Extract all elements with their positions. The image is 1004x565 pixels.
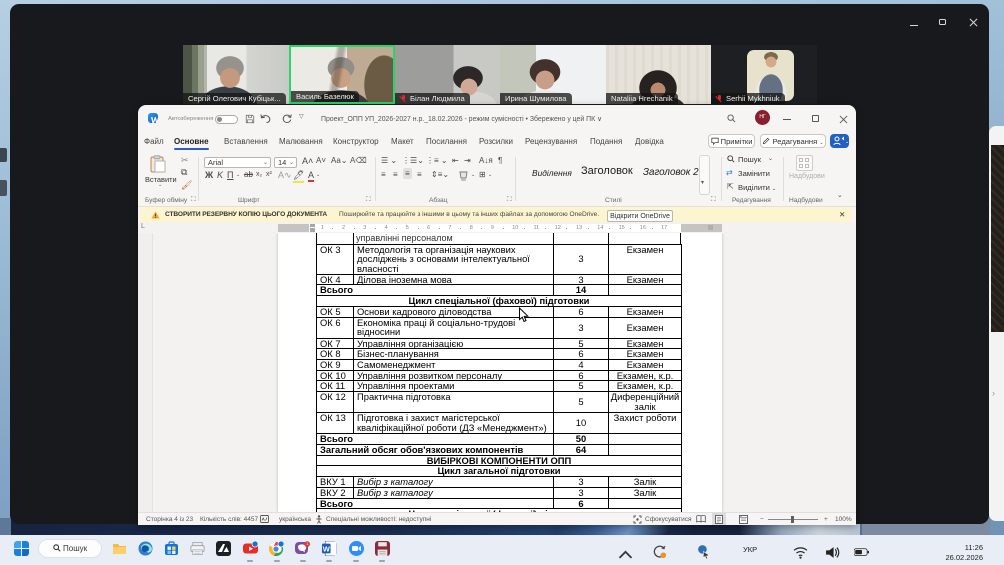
svg-text:W: W [323,545,331,554]
svg-text:⌄: ⌄ [845,139,849,145]
